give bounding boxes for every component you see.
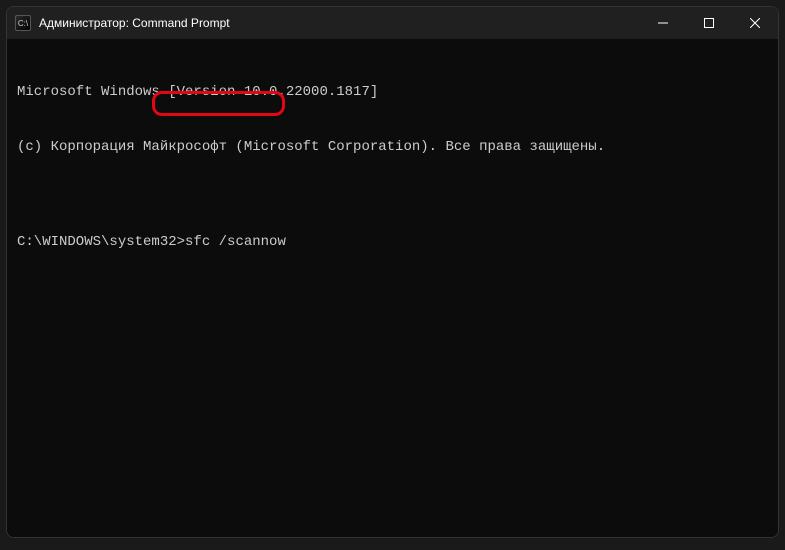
command-text: sfc /scannow (185, 233, 286, 251)
prompt-line: C:\WINDOWS\system32>sfc /scannow (17, 233, 768, 251)
close-button[interactable] (732, 7, 778, 39)
titlebar-left: C:\ Администратор: Command Prompt (15, 15, 230, 31)
version-line: Microsoft Windows [Version 10.0.22000.18… (17, 83, 768, 101)
window-controls (640, 7, 778, 39)
command-prompt-window: C:\ Администратор: Command Prompt (6, 6, 779, 538)
minimize-button[interactable] (640, 7, 686, 39)
close-icon (750, 18, 760, 28)
window-title: Администратор: Command Prompt (39, 16, 230, 30)
prompt-text: C:\WINDOWS\system32> (17, 233, 185, 251)
cmd-icon: C:\ (15, 15, 31, 31)
maximize-button[interactable] (686, 7, 732, 39)
titlebar[interactable]: C:\ Администратор: Command Prompt (7, 7, 778, 39)
terminal-body[interactable]: Microsoft Windows [Version 10.0.22000.18… (7, 39, 778, 537)
maximize-icon (704, 18, 714, 28)
minimize-icon (658, 18, 668, 28)
copyright-line: (c) Корпорация Майкрософт (Microsoft Cor… (17, 138, 768, 156)
cmd-icon-glyph: C:\ (18, 19, 28, 28)
